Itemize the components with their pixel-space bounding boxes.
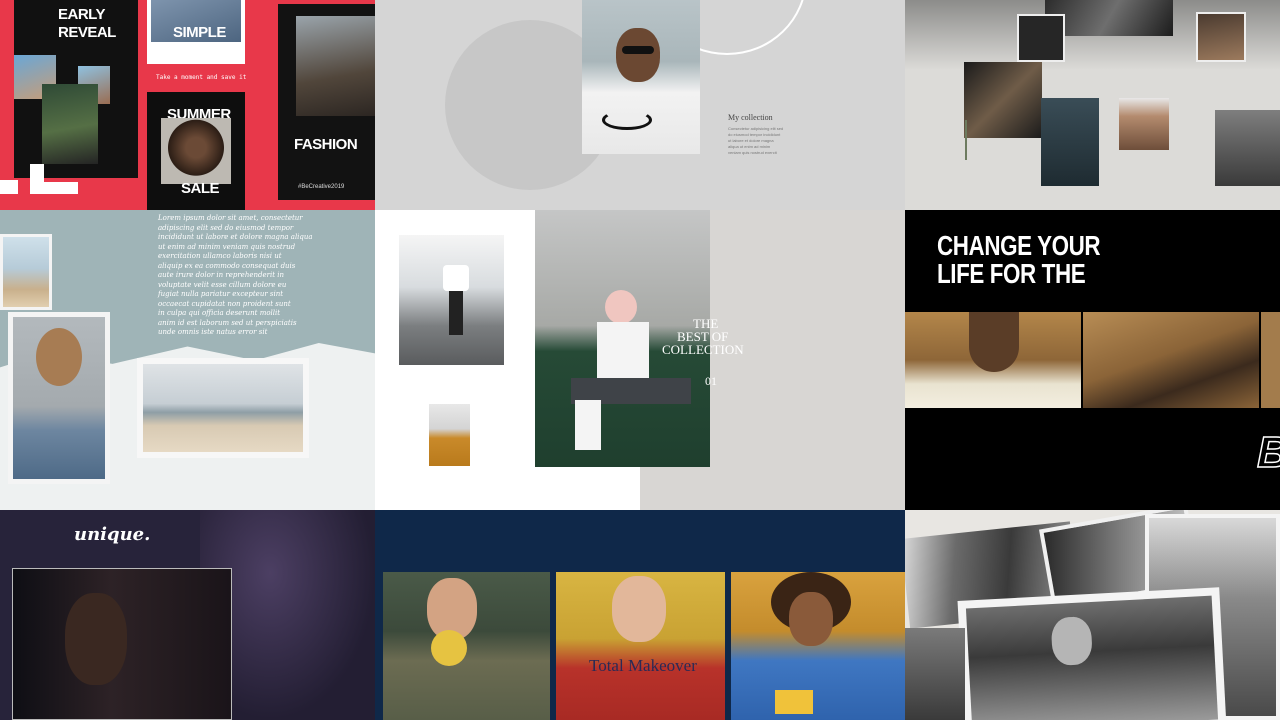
simple-text: SIMPLE [173,24,226,41]
letter-line: voluptate velit esse cillum dolore eu [158,280,287,289]
photo-man-shirt [905,312,1081,408]
photo-woman-red-jacket [556,572,725,720]
early-reveal-line2: REVEAL [58,24,116,41]
panel-my-collection: My collection Consectetur adipisicing el… [375,0,905,210]
letter-line: aliquip ex ea commodo consequat duis [158,261,296,270]
panel-unique: unique. [0,510,375,720]
panel-letter-sea: Lorem ipsum dolor sit amet, consectetur … [0,210,375,510]
photo-sunglasses-woman [582,0,700,154]
letter-line: fugiat nulla pariatur excepteur sint [158,290,284,298]
photo-curly-woman [161,118,231,184]
letter-line: Lorem ipsum dolor sit amet, consectetur [158,214,303,222]
sale-text: SALE [181,180,220,197]
photo-woman-bun [8,312,110,484]
collection-body: Consectetur adipisicing elit sed do eius… [728,126,783,156]
photo-partial [1261,312,1280,408]
photo-portrait-glasses [1196,12,1246,62]
panel-total-makeover: Total Makeover [375,510,905,720]
photo-vintage-edge [905,628,965,720]
photo-woman-blue-blazer [731,572,905,720]
photo-woman-face [1119,98,1169,150]
photo-coffee [1041,98,1099,186]
letter-line: adipiscing elit sed do eiusmod tempor [158,223,294,232]
photo-seascape [137,358,309,458]
panel-red-posters: EARLY REVEAL SIMPLE Take a moment and sa… [0,0,375,210]
fashion-text: FASHION [294,136,358,153]
letter-line: exercitation ullamco laboris nisi ut [158,252,282,260]
panel-vintage-photos [905,510,1280,720]
corner-letter: B [1256,427,1280,478]
letter-line: anim id est laborum sed ut perspiciatis [158,318,297,327]
photo-palm-woman [42,84,98,164]
photo-man-portrait [12,568,232,720]
photo-woman-lemon [383,572,550,720]
poster-fashion: FASHION #BeCreative2019 [278,4,375,200]
decor-bar [30,182,78,194]
letter-line: ut enim ad minim veniam quis nostrud [158,242,296,251]
photo-vintage-woman [957,587,1227,720]
handwritten-letter: Lorem ipsum dolor sit amet, consectetur … [158,214,313,338]
headline-line2: LIFE FOR THE [937,258,1086,289]
poster-early-reveal: EARLY REVEAL [14,0,138,178]
collection-heading: My collection [728,113,773,122]
panel-change-your-life: CHANGE YOUR LIFE FOR THE B [905,210,1280,510]
tagline-text: Take a moment and save it [156,74,247,81]
bestof-line3: COLLECTION [662,342,744,357]
decor-plant [965,120,985,160]
photo-man-mustard [429,404,470,466]
poster-simple: SIMPLE [147,0,245,64]
letter-line: unde omnis iste natus error sit [158,328,268,336]
letter-line: occaecat cupidatat non proident sunt [158,299,291,308]
poster-summer-sale: SUMMER SALE [147,92,245,210]
panel-moodboard [905,0,1280,210]
photo-skateboarder [399,235,504,365]
makeover-title: Total Makeover [589,656,697,675]
decor-bar [0,180,18,194]
photo-blond-man [296,16,375,116]
photo-beach-small [0,234,52,310]
panel-best-of: THE BEST OF COLLECTION 01 [375,210,905,510]
early-reveal-line1: EARLY [58,6,105,23]
handle-text: #BeCreative2019 [298,184,345,190]
template-showcase-grid: EARLY REVEAL SIMPLE Take a moment and sa… [0,0,1280,720]
letter-line: incididunt ut labore et dolore magna ali… [158,233,313,241]
letter-line: aute irure dolor in reprehenderit in [158,271,284,279]
photo-hand-face [1083,312,1259,408]
unique-word: unique. [74,524,151,545]
photo-desk [1215,110,1280,186]
letter-line: in culpa qui officia deserunt mollit [158,309,281,317]
photo-dark-square [1017,14,1065,62]
bestof-number: 01 [705,374,717,388]
collection-body-line: veniam quis nostrud exercit [728,150,777,155]
